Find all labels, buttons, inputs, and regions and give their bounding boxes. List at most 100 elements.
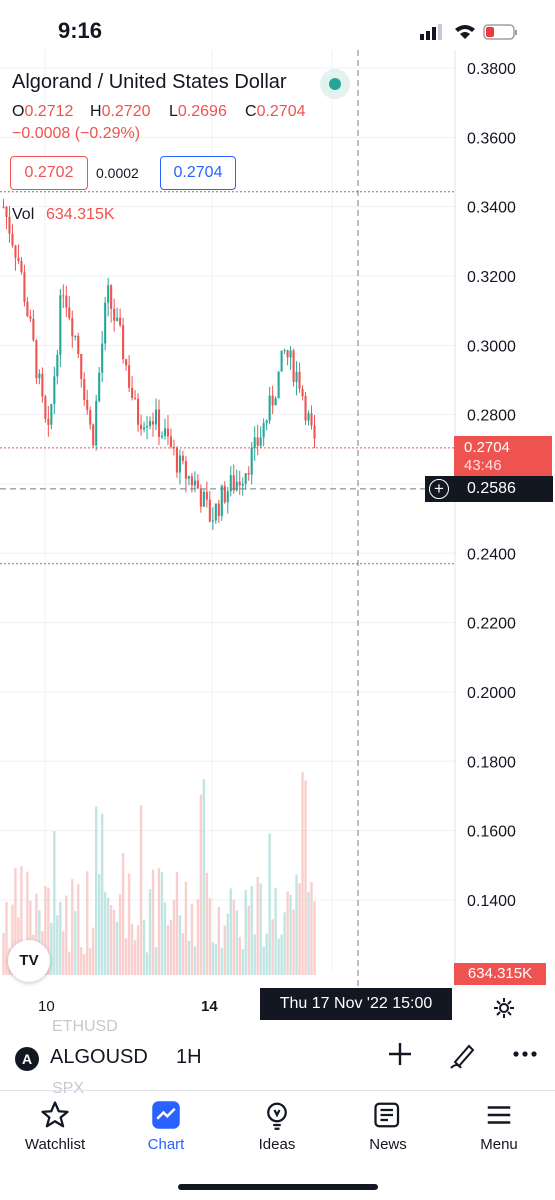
price-chart[interactable]: 0.38000.36000.34000.32000.30000.28000.26… [0, 50, 555, 990]
volume-bar [160, 872, 164, 975]
candle-body [41, 373, 44, 397]
tradingview-logo-icon[interactable]: TV [8, 940, 50, 982]
ohlc-close: C0.2704 [245, 103, 306, 120]
candle-body [83, 378, 86, 401]
volume-bar [68, 951, 71, 975]
candle-body [283, 350, 286, 352]
candle-body [175, 448, 178, 473]
volume-bar [142, 919, 146, 975]
price-change: −0.0008 (−0.29%) [12, 125, 141, 142]
candle-body [202, 491, 205, 507]
volume-bar [53, 830, 56, 975]
buy-price-button[interactable]: 0.2704 [160, 156, 236, 190]
market-open-icon[interactable] [320, 69, 350, 99]
candle-body [193, 480, 196, 486]
volume-bar [292, 909, 295, 975]
volume-bar [256, 876, 259, 975]
chart-grid [0, 50, 456, 990]
tab-menu[interactable]: Menu [444, 1100, 554, 1153]
tab-ideas[interactable]: Ideas [222, 1100, 332, 1153]
candle-body [313, 425, 316, 439]
candle-body [277, 371, 280, 399]
crosshair-price-tag[interactable]: + 0.2586 [425, 476, 553, 502]
add-alert-icon[interactable]: + [429, 479, 449, 499]
candle-body [44, 396, 47, 419]
add-icon[interactable] [386, 1040, 414, 1075]
current-price: 0.2704 [464, 439, 510, 456]
candle-body [310, 413, 313, 426]
candle-body [304, 396, 307, 421]
candle-body [181, 455, 184, 461]
candle-body [119, 317, 122, 326]
volume-bar [211, 942, 215, 975]
volume-bar [2, 933, 5, 975]
sell-price-button[interactable]: 0.2702 [10, 156, 88, 190]
chart-icon [111, 1100, 221, 1132]
price-axis-label: 0.1800 [467, 754, 516, 771]
candle-body [86, 400, 89, 411]
spread-value: 0.0002 [96, 165, 139, 181]
candle-body [71, 318, 74, 337]
candle-body [286, 350, 289, 358]
volume-bar [145, 952, 149, 975]
volume-bar [62, 931, 65, 975]
volume-bar [244, 889, 247, 975]
candle-body [80, 353, 83, 379]
volume-bar [274, 887, 277, 975]
tab-label: Ideas [258, 1136, 296, 1153]
ohlc-high: H0.2720 [90, 103, 151, 120]
drawing-tool-icon[interactable] [447, 1040, 477, 1077]
volume-bar [127, 873, 131, 975]
candle-body [11, 233, 14, 246]
volume-bar [97, 874, 101, 975]
candle-body [259, 437, 262, 446]
candle-body [160, 435, 164, 437]
volume-bar [199, 794, 203, 975]
candle-body [256, 437, 259, 446]
volume-bar [241, 948, 244, 975]
candle-body [95, 400, 98, 446]
candle-body [190, 476, 193, 486]
volume-bar [148, 889, 152, 975]
divider [0, 1090, 555, 1091]
volume-bar [86, 871, 89, 975]
tab-chart[interactable]: Chart [111, 1100, 221, 1153]
tab-news[interactable]: News [333, 1100, 443, 1153]
volume-bar [181, 933, 185, 975]
candle-body [235, 481, 238, 491]
candle-body [2, 206, 5, 208]
volume-bar [121, 853, 125, 975]
volume-bar [59, 902, 62, 975]
chart-settings-icon[interactable] [492, 996, 516, 1026]
volume-bar [118, 894, 122, 975]
candle-body [140, 424, 143, 430]
volume-bar [232, 899, 235, 975]
volume-bar [133, 940, 137, 975]
symbol-name[interactable]: ALGOUSD [50, 1046, 148, 1069]
candle-body [307, 413, 310, 421]
volume-bar [226, 913, 229, 975]
volume-bar [139, 805, 143, 975]
candle-body [199, 488, 202, 507]
wifi-icon [455, 25, 475, 39]
tab-watchlist[interactable]: Watchlist [0, 1100, 110, 1153]
volume-bar [154, 947, 158, 975]
candle-body [35, 340, 38, 379]
candle-body [205, 491, 208, 500]
timeframe-button[interactable]: 1H [176, 1046, 202, 1069]
candle-body [220, 485, 223, 517]
more-icon[interactable] [512, 1040, 540, 1075]
volume-bar [95, 806, 98, 975]
candle-body [253, 437, 256, 449]
candle-body [23, 272, 26, 302]
candle-body [223, 485, 226, 503]
volume-bar [196, 899, 200, 975]
price-axis-label: 0.2200 [467, 616, 516, 633]
volume-bar [238, 936, 241, 975]
candle-body [154, 409, 158, 425]
price-axis-label: 0.2800 [467, 408, 516, 425]
menu-icon [444, 1100, 554, 1132]
price-axis-label: 0.1400 [467, 893, 516, 910]
candle-body [166, 428, 170, 437]
volume-bar [151, 869, 155, 975]
